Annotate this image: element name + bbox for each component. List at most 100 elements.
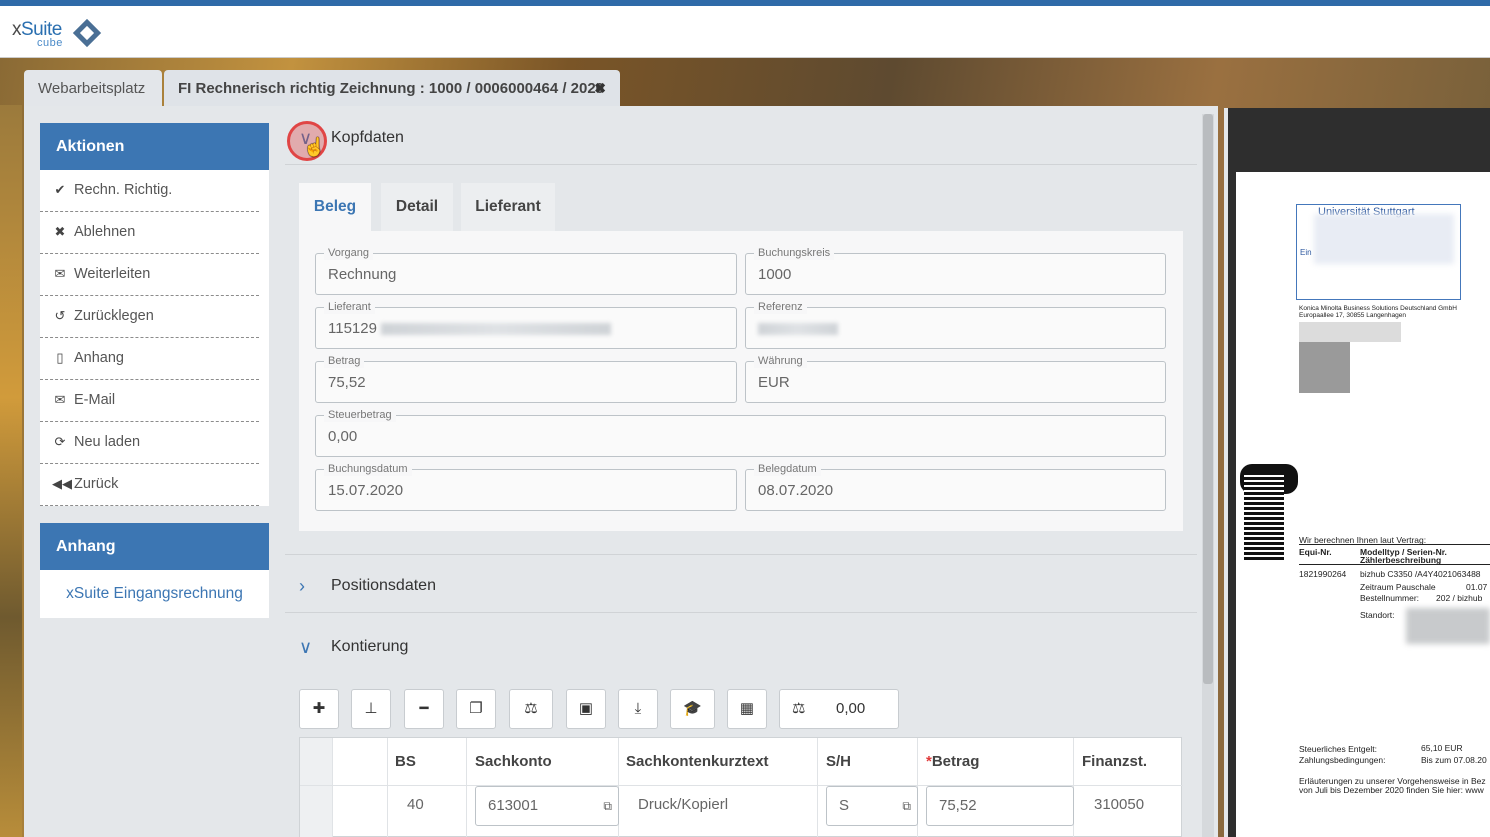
section-kopfdaten[interactable]: ∨ Kopfdaten [285,114,1197,164]
chevron-right-icon: › [299,576,305,596]
zahlung-value: Bis zum 07.08.20 [1421,755,1487,765]
times-icon: ✖ [54,224,66,239]
buchungskreis-field[interactable]: Buchungskreis 1000 [745,246,1166,295]
field-label: Vorgang [324,246,373,260]
tab-detail[interactable]: Detail [381,183,453,231]
action-email[interactable]: ✉ E-Mail [40,380,259,422]
xsuite-logo[interactable]: xSuite cube [12,18,102,53]
field-value: Rechnung [328,266,397,283]
tab-invoice[interactable]: FI Rechnerisch richtig Zeichnung : 1000 … [164,70,620,107]
section-kontierung[interactable]: ∨ Kontierung [285,623,1197,673]
minus-icon: ━ [419,700,429,717]
field-label: Betrag [324,354,365,368]
action-label: Rechn. Richtig. [74,182,173,198]
cell-kurztext[interactable]: Druck/Kopierl [638,785,728,837]
sachkonto-input[interactable]: 613001 ⧉ [475,786,619,826]
header-sh[interactable]: S/H [826,738,851,785]
balance-scale-icon: ⚖ [524,700,538,717]
tab-lieferant[interactable]: Lieferant [461,183,555,231]
copy-button[interactable]: ❐ [456,689,496,729]
betrag-field[interactable]: Betrag 75,52 [315,354,737,403]
cell-finanzst[interactable]: 310050 [1094,785,1144,837]
download-button[interactable]: ⤓ [618,689,658,729]
external-link-icon[interactable]: ⧉ [902,787,911,825]
remove-row-button[interactable]: ━ [404,689,444,729]
header-sachkonto[interactable]: Sachkonto [475,738,552,785]
betrag-input[interactable]: 75,52 [926,786,1074,826]
excel-export-button[interactable]: ▦ [727,689,767,729]
zeitraum-value: 01.07 [1466,582,1488,592]
download-icon: ⤓ [634,700,642,717]
header-bs[interactable]: BS [395,738,416,785]
tab-label: FI Rechnerisch richtig Zeichnung : 1000 … [178,80,605,97]
field-value: 08.07.2020 [758,482,834,499]
note-line: von Juli bis Dezember 2020 finden Sie hi… [1299,785,1484,795]
referenz-field[interactable]: Referenz [745,300,1166,349]
save-button[interactable]: ▣ [566,689,606,729]
add-row-button[interactable]: ✚ [299,689,339,729]
close-icon[interactable]: ✖ [594,70,606,107]
barcode [1244,472,1284,562]
zahlung-label: Zahlungsbedingungen: [1299,755,1386,765]
field-label: Steuerbetrag [324,408,396,422]
redacted-block [1299,342,1350,393]
column-separator [387,738,388,837]
tab-beleg[interactable]: Beleg [299,183,371,231]
background-strip [0,105,22,837]
buchungsdatum-field[interactable]: Buchungsdatum 15.07.2020 [315,462,737,511]
field-value: 15.07.2020 [328,482,404,499]
action-label: Ablehnen [74,224,136,240]
cell-value: 75,52 [939,797,977,814]
logo-cube-icon [72,18,102,48]
action-anhang[interactable]: ▯ Anhang [40,338,259,380]
sh-input[interactable]: S ⧉ [826,786,918,826]
scrollbar-thumb[interactable] [1203,114,1213,684]
action-neu-laden[interactable]: ⟳ Neu laden [40,422,259,464]
divider [285,554,1197,555]
copy-icon: ❐ [469,700,483,717]
action-zuruecklegen[interactable]: ↺ Zurücklegen [40,296,259,338]
split-button[interactable]: ⊥ [351,689,391,729]
excel-icon: ▦ [739,700,755,717]
action-ablehnen[interactable]: ✖ Ablehnen [40,212,259,254]
belegdatum-field[interactable]: Belegdatum 08.07.2020 [745,462,1166,511]
field-value: 75,52 [328,374,366,391]
file-pdf-icon: ▯ [56,350,64,365]
redacted-text [380,323,611,336]
header-kurztext[interactable]: Sachkontenkurztext [626,738,769,785]
external-link-icon[interactable]: ⧉ [603,787,612,825]
cell-value: S [839,797,850,814]
lieferant-field[interactable]: Lieferant 115129 [315,300,737,349]
sitemap-icon: ⊥ [364,700,378,717]
divider [285,612,1197,613]
vorgang-field[interactable]: Vorgang Rechnung [315,246,737,295]
field-label: Belegdatum [754,462,821,476]
rule [1299,544,1490,545]
envelope-icon: ✉ [54,266,66,281]
field-value: 1000 [758,266,792,283]
balance-value: 0,00 [836,700,866,717]
waehrung-field[interactable]: Währung EUR [745,354,1166,403]
template-button[interactable]: 🎓 [670,689,715,729]
invoice-page[interactable]: Universität Stuttgart Ein Konica Minolta… [1236,172,1490,837]
action-label: Zurück [74,476,119,492]
balance-button[interactable]: ⚖ [509,689,553,729]
action-rechn-richtig[interactable]: ✔ Rechn. Richtig. [40,170,259,212]
field-value: EUR [758,374,790,391]
header-finanzst[interactable]: Finanzst. [1082,738,1147,785]
tab-webarbeitsplatz[interactable]: Webarbeitsplatz [24,70,162,107]
attachment-link[interactable]: xSuite Eingangsrechnung [40,570,269,617]
redacted-text [1406,608,1490,644]
action-weiterleiten[interactable]: ✉ Weiterleiten [40,254,259,296]
row-selector-column [300,738,332,837]
header-label: Betrag [931,753,980,770]
section-positionsdaten[interactable]: › Positionsdaten [285,562,1197,612]
field-label: Währung [754,354,807,368]
graduation-cap-icon: 🎓 [683,700,702,717]
steuerbetrag-field[interactable]: Steuerbetrag 0,00 [315,408,1166,457]
action-zurueck[interactable]: ◀◀ Zurück [40,464,259,506]
header-betrag[interactable]: *Betrag [926,738,979,785]
actions-title: Aktionen [40,123,269,170]
check-icon: ✔ [54,182,66,197]
cell-bs[interactable]: 40 [407,785,424,837]
